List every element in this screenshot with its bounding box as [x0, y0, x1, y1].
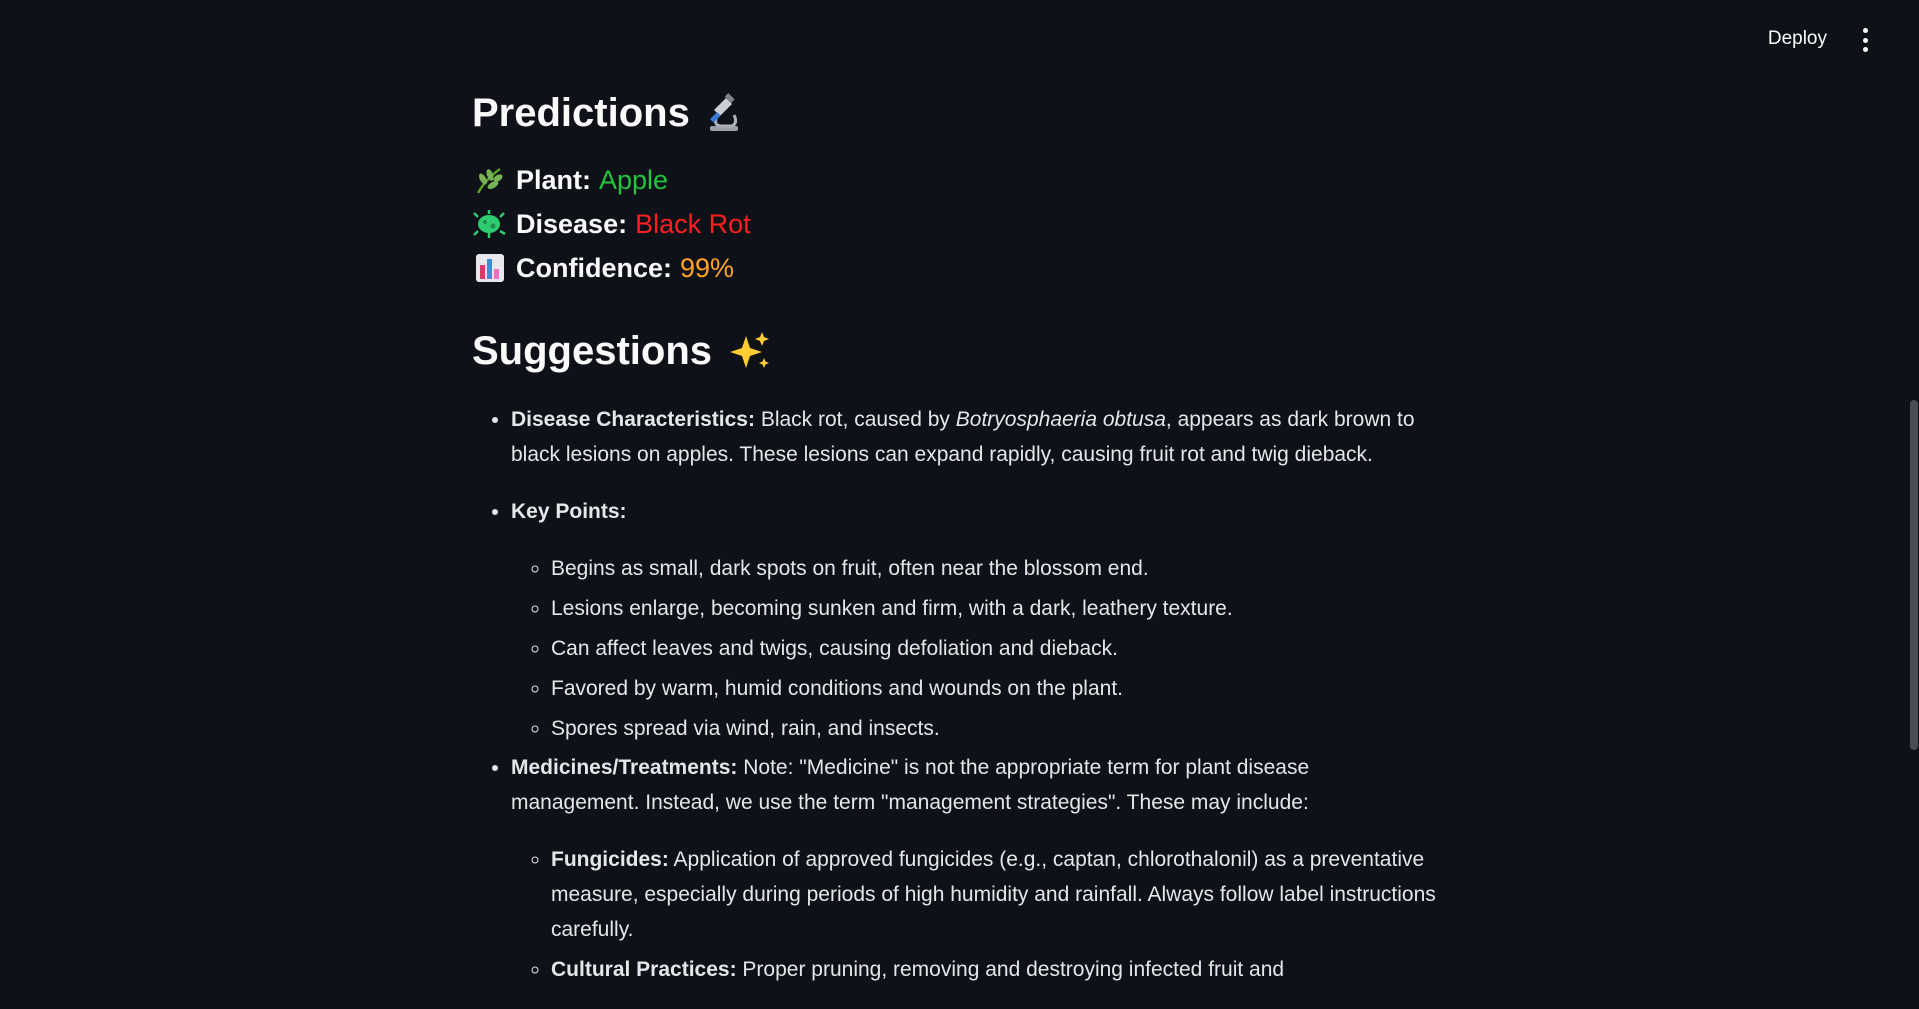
prediction-disease-row: Disease: Black Rot [472, 202, 1442, 246]
plant-value: Apple [599, 164, 669, 195]
predictions-title: Predictions [472, 91, 690, 135]
list-item: Cultural Practices: Proper pruning, remo… [551, 952, 1442, 987]
list-item: Medicines/Treatments: Note: "Medicine" i… [511, 750, 1442, 987]
bar-chart-icon [476, 254, 504, 282]
plant-label: Plant: [516, 164, 592, 195]
treatments-label: Medicines/Treatments: [511, 756, 738, 779]
microbe-icon [473, 210, 506, 238]
list-item: Spores spread via wind, rain, and insect… [551, 711, 1442, 746]
disease-label: Disease: [516, 208, 628, 239]
list-item: Begins as small, dark spots on fruit, of… [551, 551, 1442, 586]
top-toolbar: Deploy [0, 0, 1919, 76]
key-points-list: Begins as small, dark spots on fruit, of… [511, 551, 1442, 746]
pathogen-name: Botryosphaeria obtusa [955, 408, 1166, 431]
list-item: Can affect leaves and twigs, causing def… [551, 631, 1442, 666]
list-item: Disease Characteristics: Black rot, caus… [511, 402, 1442, 472]
treatments-list: Fungicides: Application of approved fung… [511, 842, 1442, 987]
key-points-label: Key Points: [511, 500, 627, 523]
cultural-practices-label: Cultural Practices: [551, 958, 737, 981]
vertical-ellipsis-icon[interactable] [1855, 28, 1875, 52]
scrollbar[interactable] [1909, 0, 1919, 962]
fungicides-text: Application of approved fungicides (e.g.… [551, 848, 1436, 941]
microscope-icon [709, 93, 738, 131]
cultural-practices-text: Proper pruning, removing and destroying … [742, 958, 1285, 981]
fungicides-label: Fungicides: [551, 848, 669, 871]
suggestions-heading: Suggestions [472, 326, 1442, 376]
confidence-value: 99% [680, 252, 735, 283]
list-item: Favored by warm, humid conditions and wo… [551, 671, 1442, 706]
suggestions-list: Disease Characteristics: Black rot, caus… [472, 402, 1442, 987]
list-item: Lesions enlarge, becoming sunken and fir… [551, 591, 1442, 626]
list-item: Fungicides: Application of approved fung… [551, 842, 1442, 947]
scrollbar-thumb[interactable] [1910, 400, 1918, 750]
herb-icon [476, 167, 503, 194]
predictions-list: Plant: Apple Disease: Black Rot Confiden… [472, 158, 1442, 290]
confidence-label: Confidence: [516, 252, 673, 283]
predictions-heading: Predictions [472, 88, 1442, 138]
deploy-button[interactable]: Deploy [1756, 22, 1839, 56]
prediction-confidence-row: Confidence: 99% [472, 246, 1442, 290]
prediction-plant-row: Plant: Apple [472, 158, 1442, 202]
disease-characteristics-text-before: Black rot, caused by [760, 408, 950, 431]
sparkles-icon [730, 332, 770, 368]
main-content: Predictions Plant: Apple Disease: Black … [472, 88, 1442, 1009]
disease-characteristics-label: Disease Characteristics: [511, 408, 755, 431]
suggestions-title: Suggestions [472, 329, 713, 373]
disease-value: Black Rot [635, 208, 751, 239]
list-item: Key Points: Begins as small, dark spots … [511, 494, 1442, 746]
